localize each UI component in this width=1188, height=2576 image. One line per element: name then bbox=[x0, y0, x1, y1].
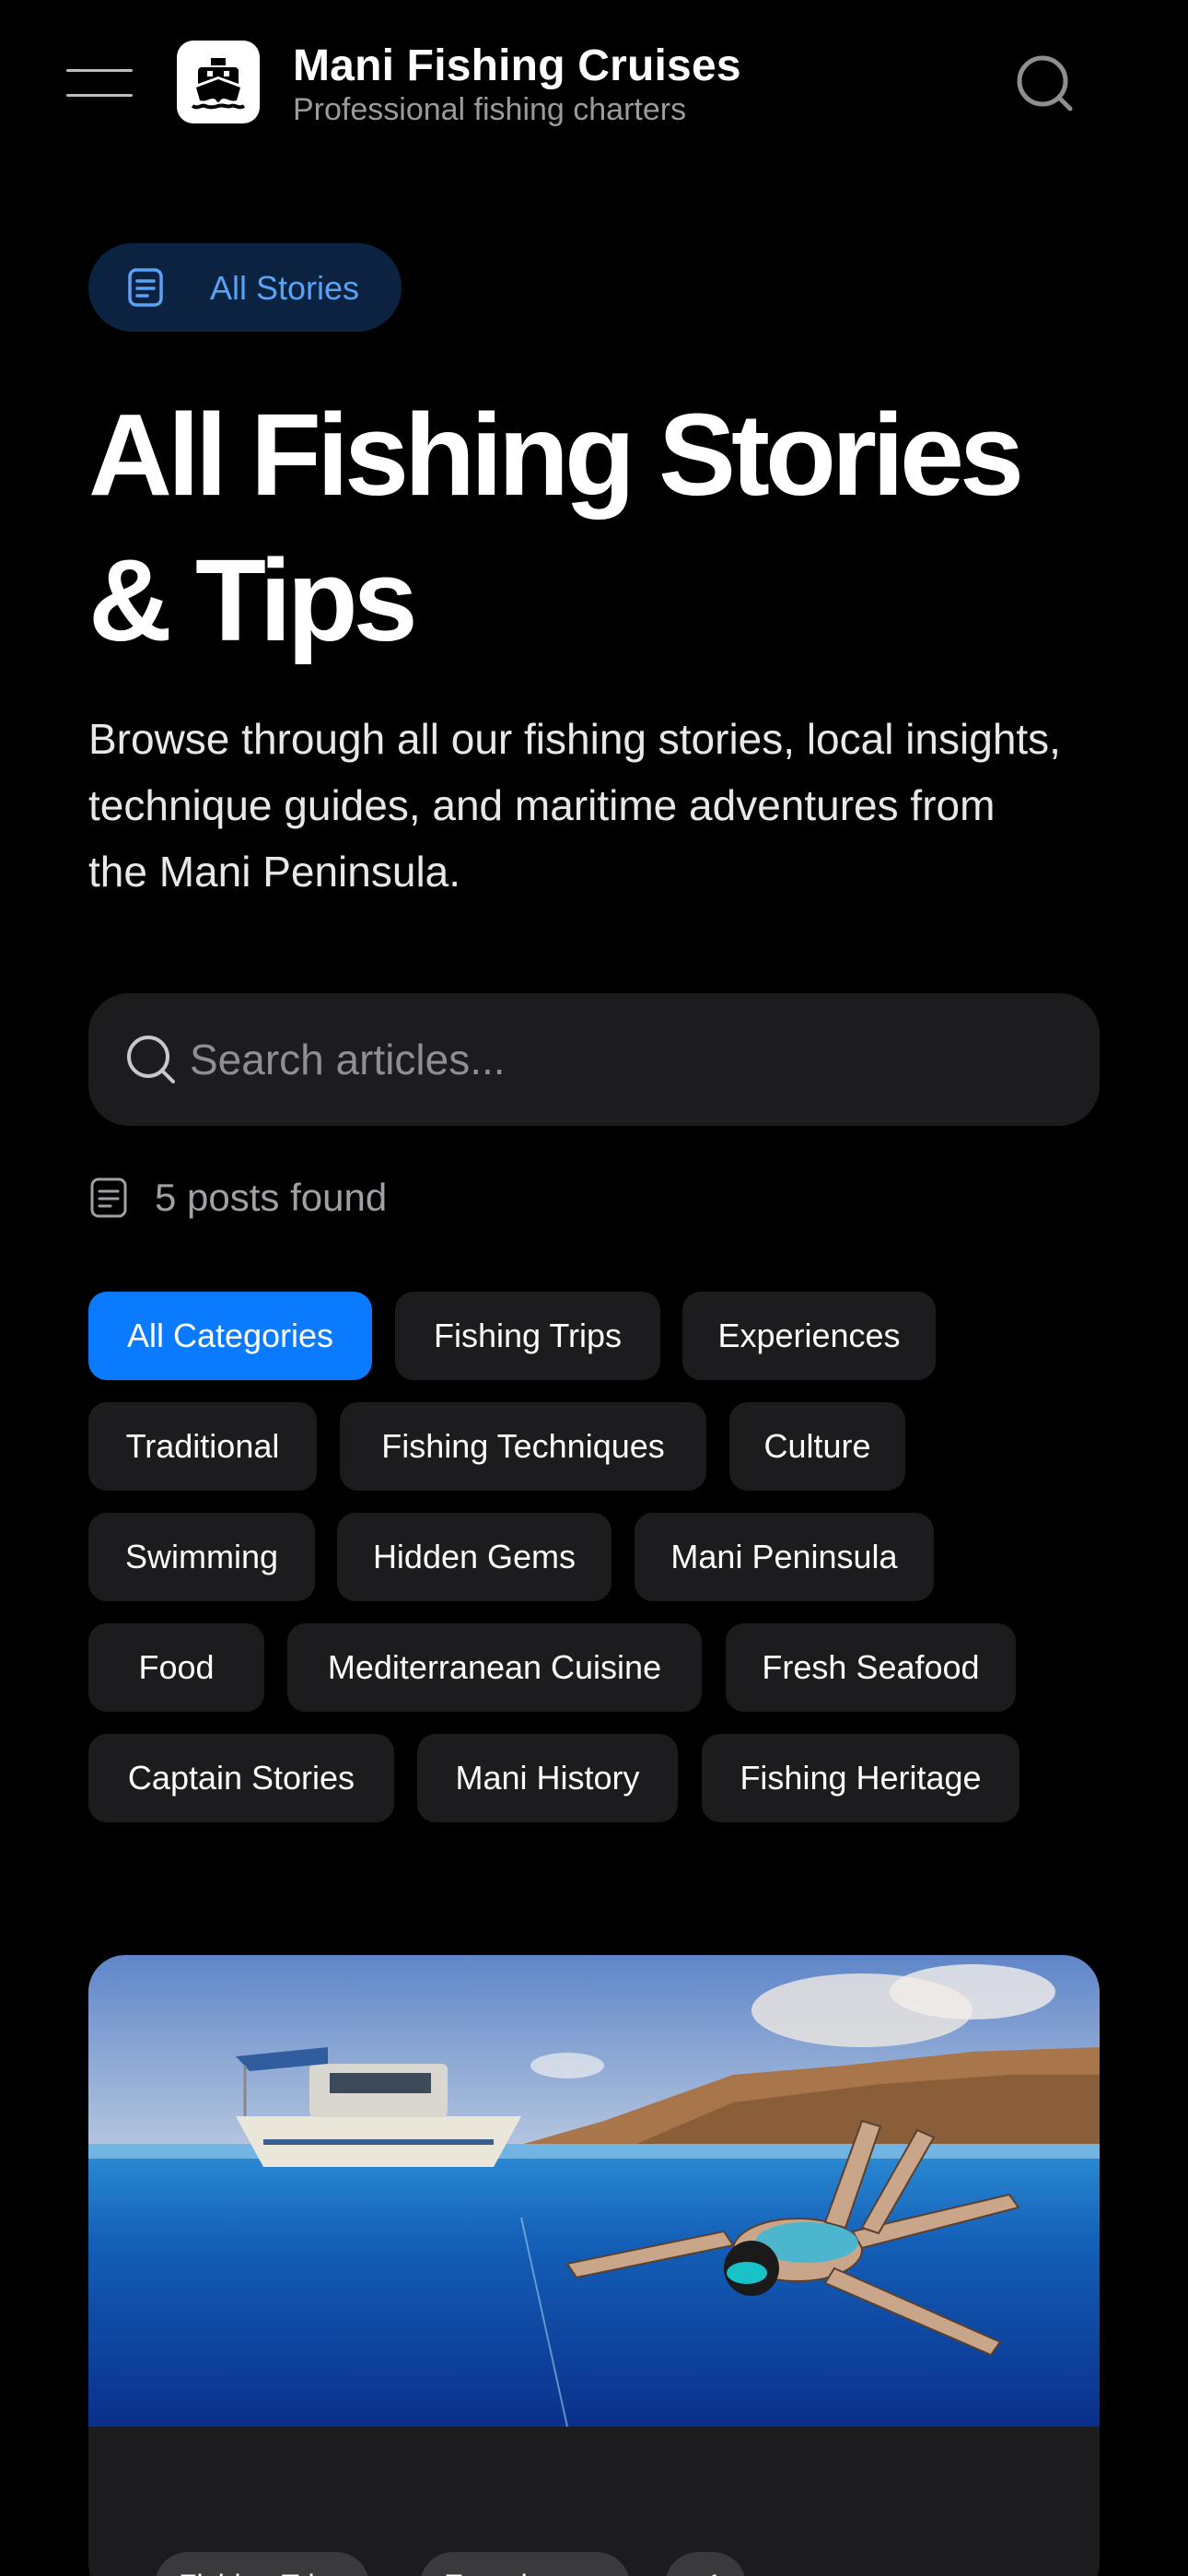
brand-title: Mani Fishing Cruises bbox=[293, 41, 741, 90]
category-chip-experiences[interactable]: Experiences bbox=[682, 1292, 936, 1380]
ship-icon[interactable] bbox=[177, 41, 260, 123]
page: Mani Fishing Cruises Professional fishin… bbox=[0, 0, 1188, 2576]
category-chip-mani-peninsula[interactable]: Mani Peninsula bbox=[635, 1513, 934, 1601]
category-chip-fishing-trips[interactable]: Fishing Trips bbox=[395, 1292, 660, 1380]
category-chip-traditional[interactable]: Traditional bbox=[88, 1402, 317, 1491]
category-chip-all[interactable]: All Categories bbox=[88, 1292, 372, 1380]
article-image bbox=[88, 1955, 1100, 2427]
all-stories-pill[interactable]: All Stories bbox=[88, 243, 402, 332]
category-chip-swimming[interactable]: Swimming bbox=[88, 1513, 315, 1601]
search-bar[interactable] bbox=[88, 993, 1100, 1126]
article-card[interactable]: Fishing Trips Experiences +1 bbox=[88, 1955, 1100, 2576]
category-chip-hidden-gems[interactable]: Hidden Gems bbox=[337, 1513, 611, 1601]
search-icon[interactable] bbox=[1013, 52, 1076, 114]
category-chip-mani-history[interactable]: Mani History bbox=[417, 1734, 678, 1822]
category-chip-mediterranean-cuisine[interactable]: Mediterranean Cuisine bbox=[287, 1623, 702, 1712]
article-tag[interactable]: +1 bbox=[665, 2552, 747, 2576]
category-chip-fishing-techniques[interactable]: Fishing Techniques bbox=[340, 1402, 706, 1491]
page-intro: Browse through all our fishing stories, … bbox=[88, 715, 1061, 896]
page-title: All Fishing Stories & Tips bbox=[88, 390, 1024, 665]
search-icon bbox=[123, 1032, 179, 1092]
search-input[interactable] bbox=[190, 1026, 1065, 1093]
category-chip-food[interactable]: Food bbox=[88, 1623, 264, 1712]
category-filter: All Categories Fishing Trips Experiences… bbox=[88, 1292, 1120, 1844]
category-chip-culture[interactable]: Culture bbox=[729, 1402, 905, 1491]
document-icon bbox=[125, 267, 166, 312]
posts-count-text: 5 posts found bbox=[155, 1176, 388, 1219]
category-chip-fishing-heritage[interactable]: Fishing Heritage bbox=[702, 1734, 1019, 1822]
top-bar: Mani Fishing Cruises Professional fishin… bbox=[0, 0, 1188, 166]
all-stories-label: All Stories bbox=[210, 269, 360, 307]
category-chip-captain-stories[interactable]: Captain Stories bbox=[88, 1734, 394, 1822]
brand-subtitle: Professional fishing charters bbox=[293, 92, 687, 127]
hamburger-icon[interactable] bbox=[66, 66, 133, 100]
category-chip-fresh-seafood[interactable]: Fresh Seafood bbox=[726, 1623, 1016, 1712]
article-tag[interactable]: Fishing Trips bbox=[155, 2552, 370, 2576]
article-tag[interactable]: Experiences bbox=[420, 2552, 631, 2576]
document-icon bbox=[88, 1177, 129, 1223]
